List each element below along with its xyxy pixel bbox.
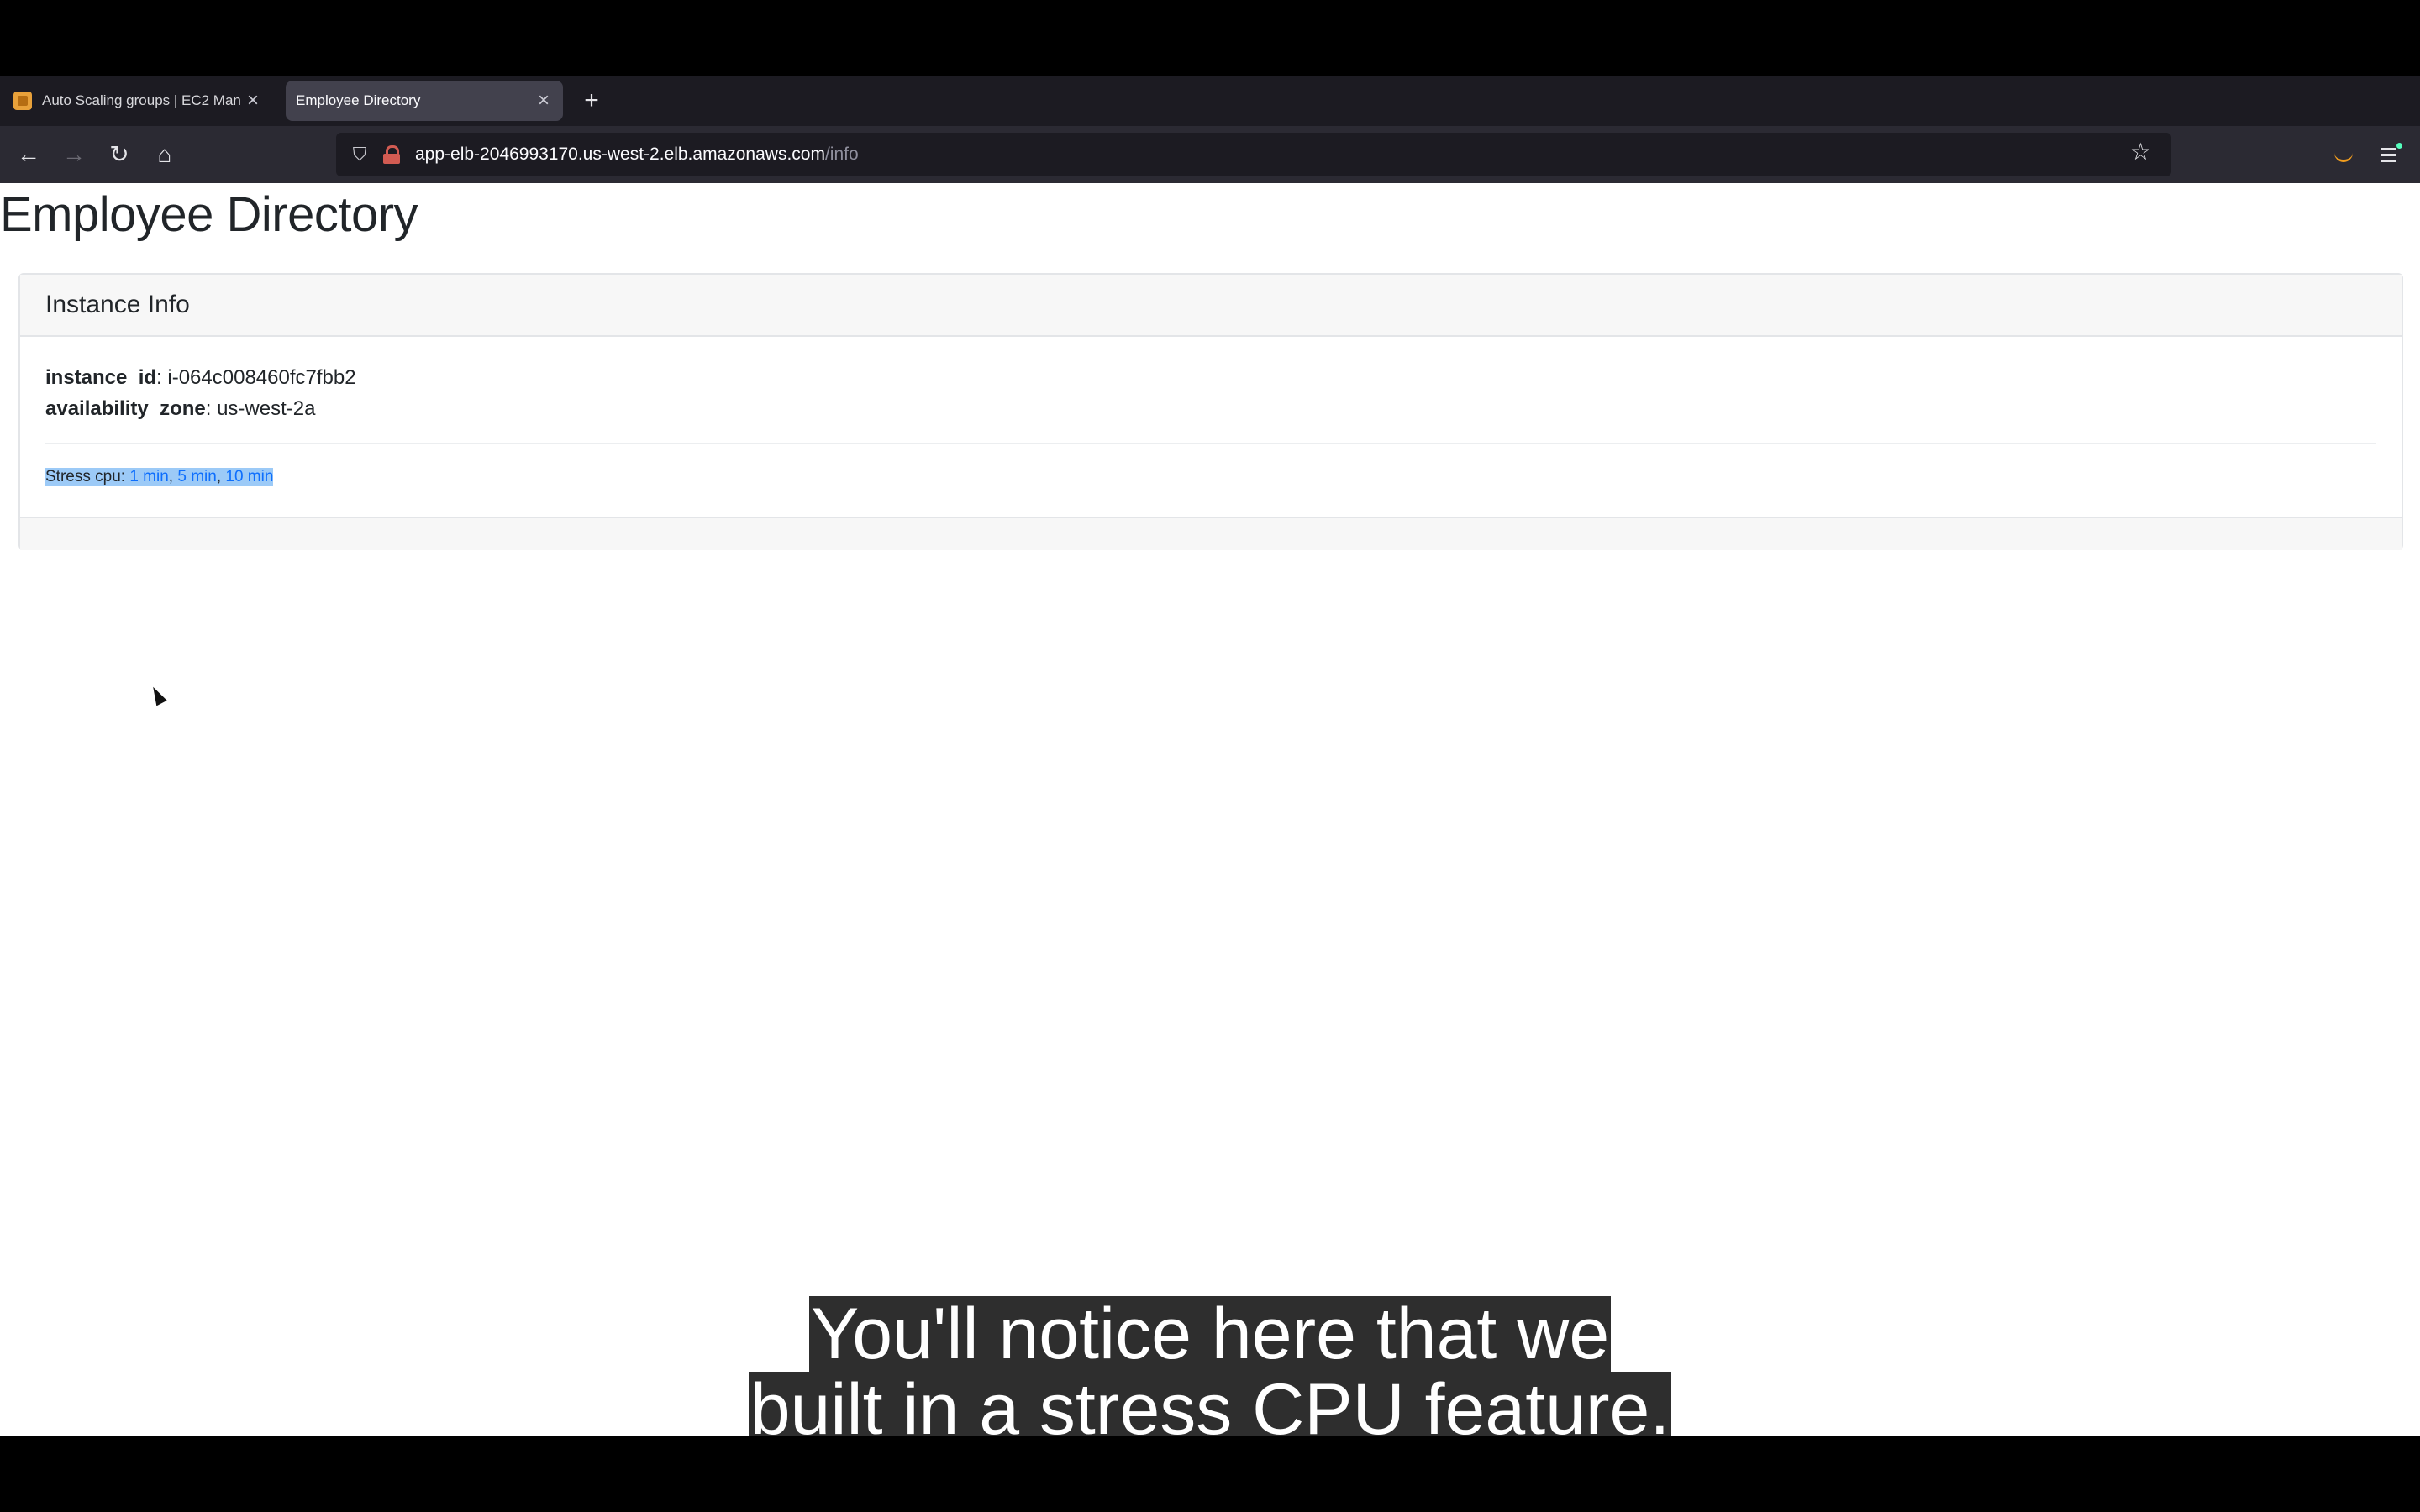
field-key: availability_zone: [45, 397, 206, 420]
back-arrow-icon[interactable]: ←: [10, 136, 47, 173]
forward-arrow-icon[interactable]: →: [55, 136, 92, 173]
bookmark-star-icon[interactable]: ☆: [2130, 138, 2151, 165]
home-icon[interactable]: ⌂: [146, 136, 183, 173]
amazon-extension-icon[interactable]: [2329, 139, 2360, 170]
stress-10-min-link[interactable]: 10 min: [225, 468, 273, 486]
text-selection: Stress cpu: 1 min, 5 min, 10 min: [45, 468, 274, 486]
aws-favicon-icon: [13, 92, 32, 110]
field-availability-zone: availability_zone: us-west-2a: [45, 393, 2376, 424]
url-host: app-elb-2046993170.us-west-2.elb.amazona…: [415, 144, 825, 164]
field-instance-id: instance_id: i-064c008460fc7fbb2: [45, 362, 2376, 393]
stress-label: Stress cpu:: [45, 468, 130, 486]
tab-title: Employee Directory: [296, 92, 421, 108]
video-captions: You'll notice here that we built in a st…: [0, 1296, 2420, 1447]
web-page: Employee Directory Instance Info instanc…: [0, 183, 2420, 1436]
page-title: Employee Directory: [0, 187, 418, 242]
letterbox-top: [0, 0, 2420, 76]
caption-line-1: You'll notice here that we: [808, 1294, 1612, 1374]
tab-auto-scaling-groups[interactable]: Auto Scaling groups | EC2 Mana ×: [7, 81, 272, 121]
tab-title: Auto Scaling groups | EC2 Mana: [42, 92, 240, 108]
tab-strip: Auto Scaling groups | EC2 Mana × Employe…: [0, 76, 2420, 126]
address-bar[interactable]: ⛉ app-elb-2046993170.us-west-2.elb.amazo…: [336, 133, 2171, 176]
field-key: instance_id: [45, 366, 157, 389]
letterbox-bottom: [0, 1436, 2420, 1512]
stress-1-min-link[interactable]: 1 min: [129, 468, 168, 486]
tracking-shield-icon[interactable]: ⛉: [348, 143, 371, 166]
tab-employee-directory[interactable]: Employee Directory ×: [286, 81, 563, 121]
url-path: /info: [824, 144, 859, 164]
new-tab-plus-icon[interactable]: +: [578, 82, 605, 119]
stress-5-min-link[interactable]: 5 min: [177, 468, 216, 486]
field-value: : i-064c008460fc7fbb2: [156, 366, 356, 389]
card-body: instance_id: i-064c008460fc7fbb2 availab…: [20, 337, 2402, 492]
close-tab-icon[interactable]: ×: [531, 89, 556, 113]
card-footer: [20, 517, 2402, 550]
hamburger-menu-icon[interactable]: [2375, 139, 2405, 170]
link-separator: ,: [168, 468, 178, 486]
close-tab-icon[interactable]: ×: [240, 89, 266, 113]
link-separator: ,: [216, 468, 226, 486]
url-text[interactable]: app-elb-2046993170.us-west-2.elb.amazona…: [415, 144, 859, 165]
mouse-pointer-icon: [148, 684, 167, 706]
insecure-lock-icon[interactable]: [383, 145, 400, 164]
field-value: : us-west-2a: [205, 397, 316, 420]
stress-cpu-row: Stress cpu: 1 min, 5 min, 10 min: [45, 461, 2376, 492]
nav-toolbar: ← → ↻ ⌂ ⛉ app-elb-2046993170.us-west-2.e…: [0, 126, 2420, 183]
card-header: Instance Info: [20, 275, 2402, 337]
instance-info-card: Instance Info instance_id: i-064c008460f…: [18, 273, 2403, 550]
reload-icon[interactable]: ↻: [101, 136, 138, 173]
divider: [45, 443, 2376, 444]
